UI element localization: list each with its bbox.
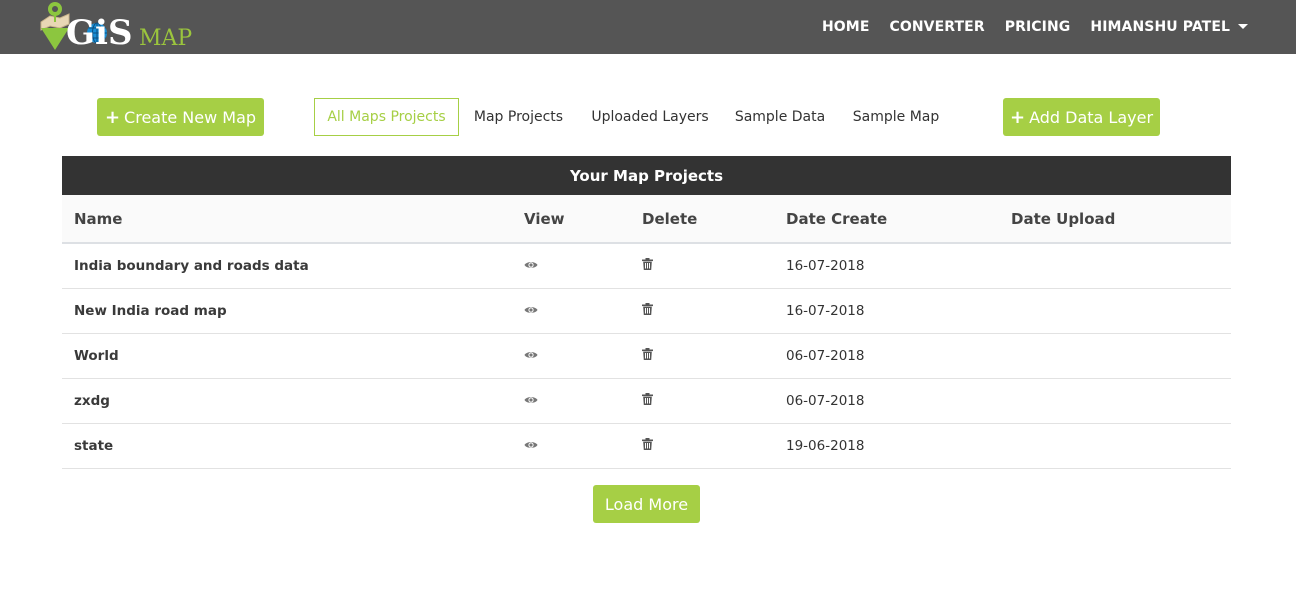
trash-icon[interactable] xyxy=(642,392,653,409)
trash-icon[interactable] xyxy=(642,437,653,454)
table-body: India boundary and roads data 16-07-2018 N… xyxy=(62,243,1231,468)
view-cell xyxy=(512,378,630,423)
nav-converter-label: CONVERTER xyxy=(889,19,985,35)
tab-all-maps-projects[interactable]: All Maps Projects xyxy=(314,98,459,136)
load-more-button[interactable]: Load More xyxy=(593,485,700,523)
nav-menu: HOME CONVERTER PRICING HIMANSHU PATEL xyxy=(802,0,1248,54)
date-create: 16-07-2018 xyxy=(786,257,865,274)
view-cell xyxy=(512,423,630,468)
nav-pricing[interactable]: PRICING xyxy=(1005,19,1071,35)
delete-cell xyxy=(630,243,774,288)
tab-label: Sample Data xyxy=(734,109,826,125)
nav-converter[interactable]: CONVERTER xyxy=(889,19,984,35)
logo-suffix: MAP xyxy=(139,26,193,51)
delete-cell xyxy=(630,288,774,333)
project-name[interactable]: India boundary and roads data xyxy=(62,243,512,288)
load-more-label: Load More xyxy=(604,494,689,514)
table-header-row: Name View Delete Date Create Date Upload xyxy=(62,195,1231,243)
column-header-date-create: Date Create xyxy=(786,209,888,228)
map-projects-panel: Your Map Projects Name View Delete Date … xyxy=(62,156,1231,469)
table-row: state 19-06-2018 xyxy=(62,423,1231,468)
project-name[interactable]: zxdg xyxy=(62,378,512,423)
date-create: 16-07-2018 xyxy=(786,302,865,319)
top-navbar: GiS MAP HOME CONVERTER PRICING HIMANSHU … xyxy=(0,0,1296,54)
tab-label: Sample Map xyxy=(852,109,940,125)
project-name[interactable]: New India road map xyxy=(62,288,512,333)
date-upload xyxy=(999,288,1231,333)
delete-cell xyxy=(630,423,774,468)
delete-cell xyxy=(630,378,774,423)
date-upload xyxy=(999,423,1231,468)
column-header-view: View xyxy=(524,209,565,228)
tab-uploaded-layers[interactable]: Uploaded Layers xyxy=(585,98,715,136)
eye-icon[interactable] xyxy=(524,348,538,364)
add-data-layer-label: Add Data Layer xyxy=(1029,107,1154,127)
create-new-map-button[interactable]: + Create New Map xyxy=(97,98,264,136)
view-cell xyxy=(512,288,630,333)
table-row: New India road map 16-07-2018 xyxy=(62,288,1231,333)
tab-sample-data[interactable]: Sample Data xyxy=(728,98,832,136)
plus-icon: + xyxy=(1009,106,1026,128)
view-cell xyxy=(512,243,630,288)
trash-icon[interactable] xyxy=(642,302,653,319)
tab-map-projects[interactable]: Map Projects xyxy=(466,98,571,136)
column-header-delete: Delete xyxy=(642,209,698,228)
nav-pricing-label: PRICING xyxy=(1004,19,1071,35)
column-header-date-upload: Date Upload xyxy=(1011,209,1116,228)
plus-icon: + xyxy=(104,106,121,128)
nav-home-label: HOME xyxy=(821,19,870,35)
logo-text: GiS xyxy=(66,13,133,53)
eye-icon[interactable] xyxy=(524,303,538,319)
user-name: HIMANSHU PATEL xyxy=(1090,19,1230,35)
date-upload xyxy=(999,333,1231,378)
column-header-name: Name xyxy=(74,209,123,228)
table-row: zxdg 06-07-2018 xyxy=(62,378,1231,423)
project-name[interactable]: World xyxy=(62,333,512,378)
user-menu-dropdown[interactable]: HIMANSHU PATEL xyxy=(1090,19,1248,35)
date-create: 06-07-2018 xyxy=(786,392,865,409)
eye-icon[interactable] xyxy=(524,393,538,409)
delete-cell xyxy=(630,333,774,378)
date-create: 06-07-2018 xyxy=(786,347,865,364)
map-projects-table: Name View Delete Date Create Date Upload… xyxy=(62,195,1231,469)
tab-sample-map[interactable]: Sample Map xyxy=(845,98,947,136)
date-upload xyxy=(999,378,1231,423)
create-new-map-label: Create New Map xyxy=(124,107,257,127)
caret-down-icon xyxy=(1238,23,1248,29)
trash-icon[interactable] xyxy=(642,257,653,274)
date-create: 19-06-2018 xyxy=(786,437,865,454)
add-data-layer-button[interactable]: + Add Data Layer xyxy=(1003,98,1160,136)
view-cell xyxy=(512,333,630,378)
project-name[interactable]: state xyxy=(62,423,512,468)
tab-label: All Maps Projects xyxy=(327,109,446,125)
trash-icon[interactable] xyxy=(642,347,653,364)
eye-icon[interactable] xyxy=(524,258,538,274)
table-row: India boundary and roads data 16-07-2018 xyxy=(62,243,1231,288)
date-upload xyxy=(999,243,1231,288)
table-row: World 06-07-2018 xyxy=(62,333,1231,378)
eye-icon[interactable] xyxy=(524,438,538,454)
tab-label: Map Projects xyxy=(473,109,564,125)
table-title: Your Map Projects xyxy=(62,156,1231,195)
nav-home[interactable]: HOME xyxy=(822,19,870,35)
gismap-logo[interactable]: GiS MAP xyxy=(36,0,206,54)
tab-label: Uploaded Layers xyxy=(591,109,709,125)
